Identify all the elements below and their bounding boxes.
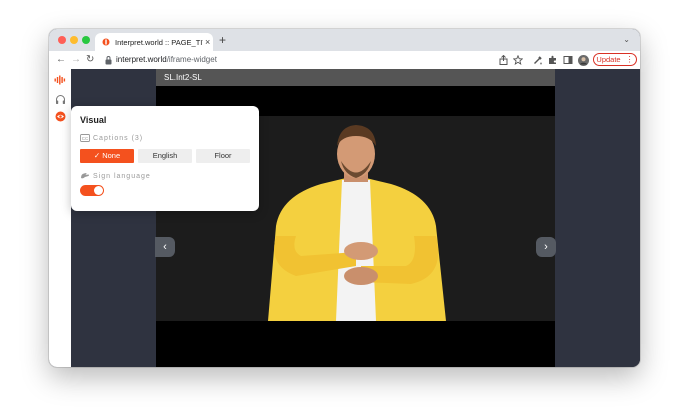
video-title: SL.Int2-SL [164,73,202,82]
url-path: /iframe-widget [166,55,217,64]
tab-title: Interpret.world :: PAGE_TITTLE [115,37,203,47]
next-arrow-button[interactable]: › [536,237,556,257]
maximize-window-icon[interactable] [82,36,90,44]
widget-sidebar [49,69,72,367]
captions-heading: CC Captions (3) [80,134,143,142]
check-icon: ✓ [93,151,103,160]
update-button[interactable]: Update ⋮ [593,53,637,66]
previous-arrow-button[interactable]: ‹ [155,237,175,257]
close-window-icon[interactable] [58,36,66,44]
url-host: interpret.world [116,55,167,64]
eyedropper-icon[interactable] [532,54,544,66]
sign-language-heading: Sign language [80,172,151,180]
profile-avatar[interactable] [577,54,589,66]
more-menu-icon[interactable]: ⋮ [626,53,634,66]
tab-search-icon[interactable]: ⌄ [623,35,630,44]
caption-option-english[interactable]: English [138,149,192,163]
svg-text:CC: CC [82,136,89,141]
browser-toolbar: ← → ↻ interpret.world/iframe-widget Upda… [49,51,640,70]
reload-icon[interactable]: ↻ [86,53,94,67]
visual-settings-popup: Visual CC Captions (3) ✓ None English Fl… [71,106,259,211]
caption-option-none[interactable]: ✓ None [80,149,134,163]
sidepanel-icon[interactable] [562,54,574,66]
tab-strip: Interpret.world :: PAGE_TITTLE × + ⌄ [49,29,640,51]
popup-title: Visual [80,115,107,125]
toggle-knob [94,186,103,195]
caption-option-floor[interactable]: Floor [196,149,250,163]
forward-arrow-icon[interactable]: → [71,53,81,67]
active-tab[interactable]: Interpret.world :: PAGE_TITTLE × [95,33,213,51]
star-icon[interactable] [512,54,524,66]
sign-language-label: Sign language [93,172,151,180]
interpret-logo-icon[interactable] [54,74,66,86]
eye-icon[interactable] [54,110,66,122]
share-icon[interactable] [497,54,509,66]
lock-icon [105,56,112,65]
cc-icon: CC [80,134,90,142]
sign-language-icon [81,173,89,179]
sign-language-toggle[interactable] [80,185,104,196]
address-bar[interactable]: interpret.world/iframe-widget [116,55,217,65]
captions-label: Captions (3) [93,134,144,142]
update-label: Update [596,55,621,64]
headphones-icon[interactable] [54,93,66,105]
puzzle-icon[interactable] [547,54,559,66]
right-panel [555,69,640,367]
tab-close-icon[interactable]: × [205,37,210,47]
new-tab-button[interactable]: + [219,33,226,47]
interpret-favicon-icon [102,38,110,46]
caption-option-label: None [102,151,121,160]
minimize-window-icon[interactable] [70,36,78,44]
back-arrow-icon[interactable]: ← [56,53,66,67]
video-header: SL.Int2-SL [156,69,555,86]
